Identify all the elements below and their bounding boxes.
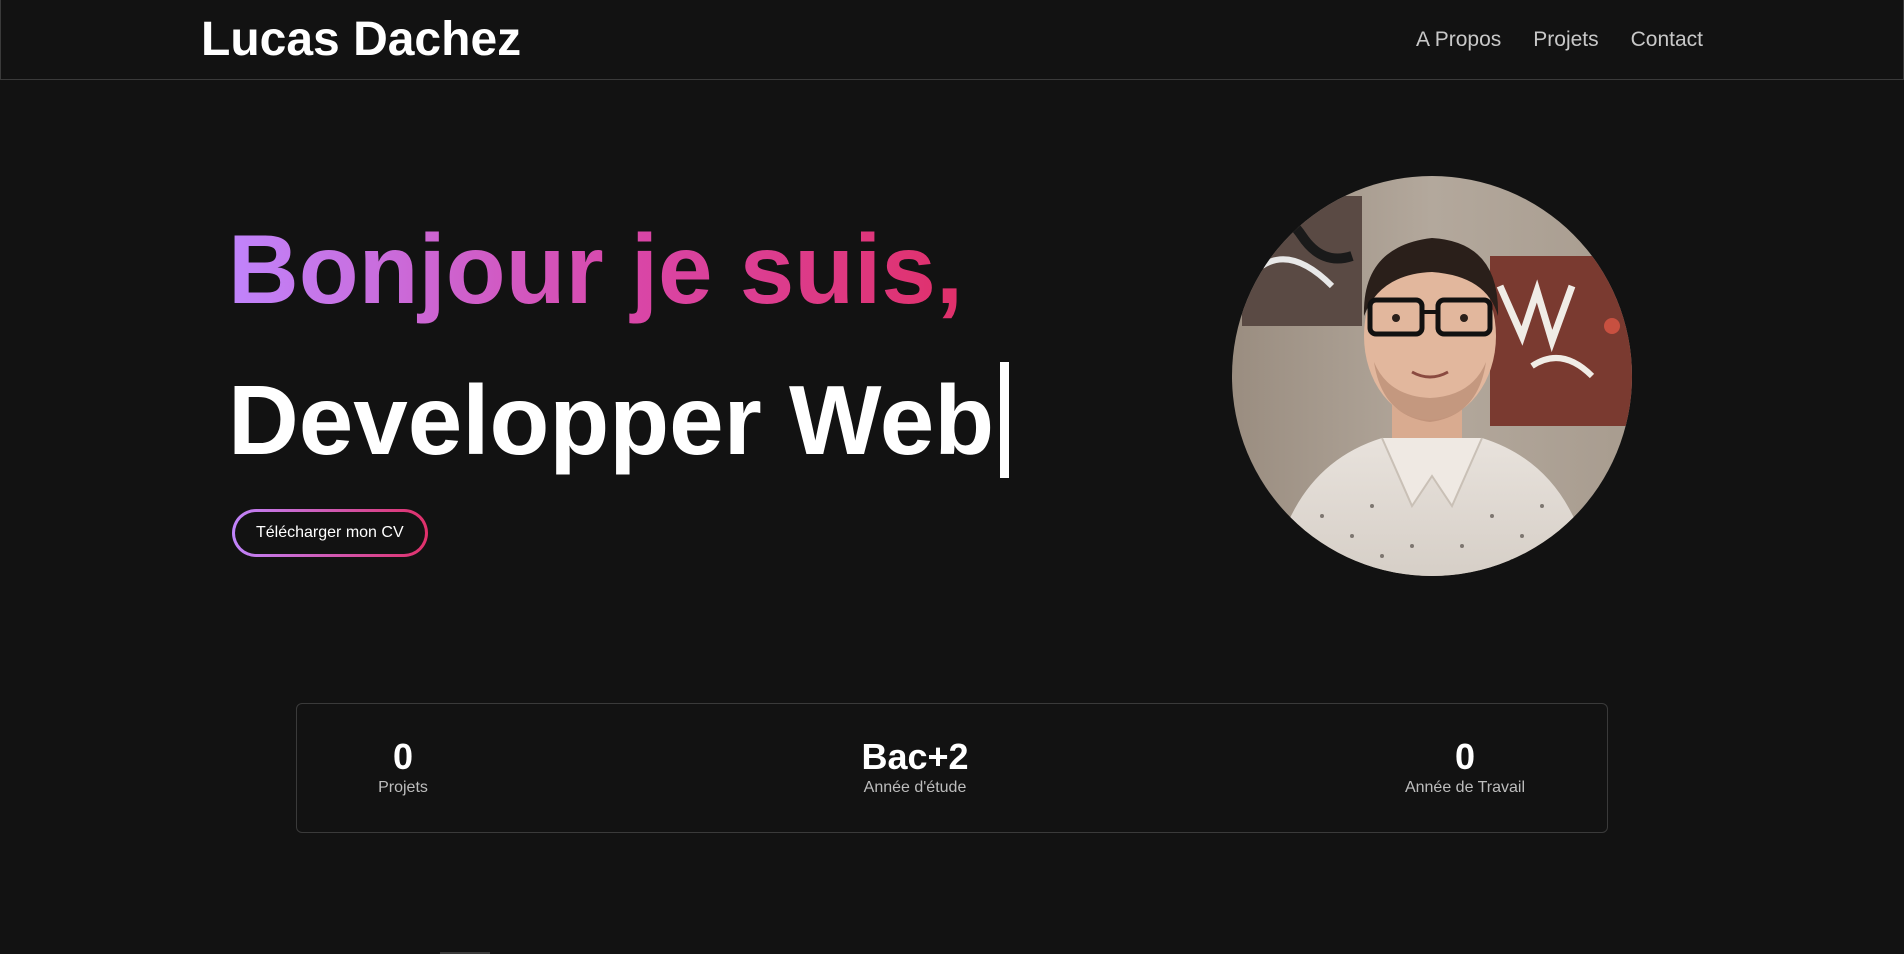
hero-section: Bonjour je suis, Developper Web Téléchar… [0, 80, 1904, 640]
navbar: Lucas Dachez A Propos Projets Contact [0, 0, 1904, 80]
nav-link-projets[interactable]: Projets [1533, 26, 1598, 54]
stat-value: Bac+2 [861, 736, 969, 777]
stat-value: 0 [1454, 736, 1476, 777]
site-brand[interactable]: Lucas Dachez [201, 12, 521, 68]
typing-caret [1000, 362, 1010, 478]
stat-label: Projets [378, 779, 428, 796]
stat-value: 0 [392, 736, 414, 777]
nav-link-contact[interactable]: Contact [1631, 26, 1703, 54]
stat-annee-etude: Bac+2 Année d'étude [861, 738, 968, 798]
stat-label: Année d'étude [863, 779, 967, 796]
stat-label: Année de Travail [1404, 779, 1526, 796]
stat-projets: 0 Projets [378, 738, 428, 798]
stat-annee-travail: 0 Année de Travail [1405, 738, 1525, 798]
stats-panel: 0 Projets Bac+2 Année d'étude 0 Année de… [296, 703, 1608, 833]
download-cv-button[interactable]: Télécharger mon CV [232, 509, 428, 557]
hero-role: Developper Web [228, 362, 1010, 478]
nav-links: A Propos Projets Contact [1416, 26, 1703, 54]
nav-link-a-propos[interactable]: A Propos [1416, 26, 1501, 54]
hero-greeting: Bonjour je suis, [228, 214, 964, 324]
hero-role-text: Developper Web [228, 365, 995, 475]
profile-photo [1232, 176, 1632, 576]
